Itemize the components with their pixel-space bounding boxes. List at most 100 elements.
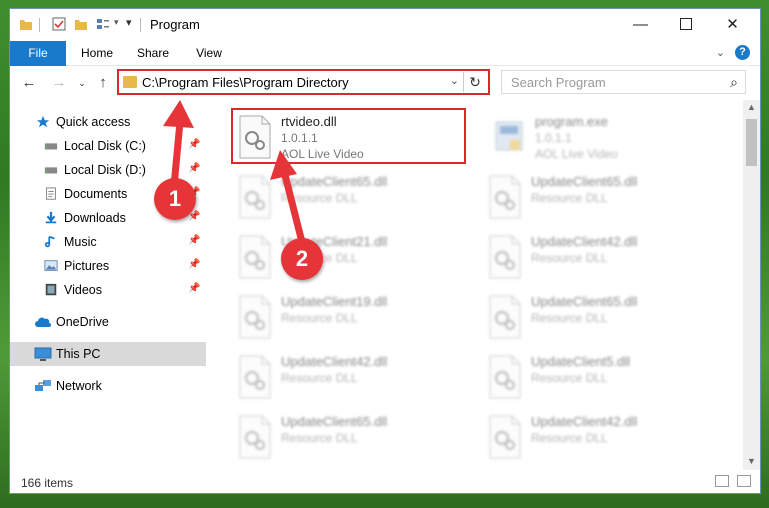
pin-icon[interactable]: 📌 <box>188 259 200 270</box>
properties-icon[interactable] <box>51 16 67 32</box>
file-type: Resource DLL <box>531 191 608 205</box>
view-options-icon[interactable] <box>95 16 111 32</box>
file-type: Resource DLL <box>281 311 358 325</box>
chevron-down-icon: ⌄ <box>78 78 86 88</box>
details-view-button[interactable] <box>715 475 729 487</box>
maximize-button[interactable] <box>663 9 708 39</box>
pictures-icon <box>44 260 58 271</box>
sidebar-item-local-disk-c[interactable]: Local Disk (C:) 📌 <box>10 134 206 158</box>
scroll-down-icon[interactable]: ▼ <box>743 456 760 466</box>
refresh-icon: ↻ <box>469 74 481 90</box>
new-folder-icon[interactable] <box>74 16 88 32</box>
close-button[interactable]: ✕ <box>710 9 755 39</box>
sidebar-item-videos[interactable]: Videos 📌 <box>10 278 206 302</box>
title-separator <box>39 18 40 32</box>
sidebar-label: Local Disk (C:) <box>64 139 146 153</box>
sidebar-item-network[interactable]: Network <box>10 374 206 398</box>
sidebar-label: This PC <box>56 347 101 361</box>
folder-icon <box>20 20 32 30</box>
large-icons-view-button[interactable] <box>737 475 751 487</box>
refresh-button[interactable]: ↻ <box>463 72 486 92</box>
file-item[interactable]: UpdateClient65.dll Resource DLL <box>486 290 716 340</box>
file-name: UpdateClient42.dll <box>531 234 638 249</box>
exe-file-icon <box>495 121 523 151</box>
scroll-up-icon[interactable]: ▲ <box>743 102 760 112</box>
dll-file-icon <box>489 355 521 399</box>
file-item[interactable]: UpdateClient42.dll Resource DLL <box>236 350 466 400</box>
dll-file-icon <box>239 235 271 279</box>
file-item[interactable]: UpdateClient65.dll Resource DLL <box>486 170 716 220</box>
file-type: Resource DLL <box>531 251 608 265</box>
music-icon <box>44 235 55 248</box>
recent-locations-button[interactable]: ⌄ <box>72 73 92 93</box>
address-dropdown-icon[interactable]: ⌄ <box>450 74 459 87</box>
file-name: UpdateClient42.dll <box>281 354 388 369</box>
pin-icon[interactable]: 📌 <box>188 235 200 246</box>
tab-share[interactable]: Share <box>128 41 178 65</box>
file-version: 1.0.1.1 <box>535 131 572 145</box>
toolbar-dropdown-icon[interactable]: ▾ <box>126 16 132 29</box>
cloud-icon <box>35 317 51 327</box>
vertical-scrollbar[interactable]: ▲ ▼ <box>743 100 760 470</box>
file-name: UpdateClient5.dll <box>531 354 631 369</box>
file-type: Resource DLL <box>531 431 608 445</box>
file-explorer-window: ▾ ▾ Program — ✕ File Home Share View ⌄ ?… <box>9 8 761 494</box>
back-button[interactable]: ← <box>19 73 39 93</box>
sidebar-label: Videos <box>64 283 102 297</box>
network-icon <box>35 380 51 391</box>
dll-file-icon <box>489 415 521 459</box>
file-name: UpdateClient65.dll <box>281 174 388 189</box>
file-type: Resource DLL <box>531 311 608 325</box>
pin-icon[interactable]: 📌 <box>188 283 200 294</box>
file-item[interactable]: UpdateClient65.dll Resource DLL <box>236 170 466 220</box>
help-icon[interactable]: ? <box>735 45 750 60</box>
sidebar-label: Documents <box>64 187 128 201</box>
file-item[interactable]: UpdateClient21.dllResource DLL <box>236 230 466 280</box>
tab-home[interactable]: Home <box>72 41 122 65</box>
address-bar[interactable]: C:\Program Files\Program Directory ⌄ ↻ <box>117 69 490 95</box>
pin-icon[interactable]: 📌 <box>188 139 200 150</box>
file-item[interactable]: UpdateClient42.dll Resource DLL <box>486 410 716 460</box>
sidebar-label: Pictures <box>64 259 110 273</box>
search-placeholder[interactable]: Search Program <box>511 75 606 90</box>
file-item[interactable]: UpdateClient5.dll Resource DLL <box>486 350 716 400</box>
ribbon-tabs: File Home Share View ⌄ ? <box>10 41 760 91</box>
search-icon[interactable]: ⌕ <box>730 74 738 91</box>
expand-ribbon-icon[interactable]: ⌄ <box>716 46 725 59</box>
tab-view[interactable]: View <box>184 41 234 65</box>
file-item[interactable]: UpdateClient19.dll Resource DLL <box>236 290 466 340</box>
dll-file-icon <box>239 175 271 219</box>
folder-icon <box>123 76 137 88</box>
highlighted-file-outline <box>231 108 466 164</box>
file-item[interactable]: UpdateClient42.dll Resource DLL <box>486 230 716 280</box>
sidebar-label: Quick access <box>56 115 131 129</box>
address-path[interactable]: C:\Program Files\Program Directory <box>142 75 349 90</box>
up-arrow-icon: ↑ <box>99 74 107 91</box>
forward-button[interactable]: → <box>49 73 69 93</box>
up-button[interactable]: ↑ <box>93 73 113 93</box>
sidebar-item-music[interactable]: Music 📌 <box>10 230 206 254</box>
drive-icon <box>44 143 58 150</box>
pin-icon[interactable]: 📌 <box>188 163 200 174</box>
search-box[interactable]: Search Program ⌕ <box>501 70 746 94</box>
downloads-icon <box>45 211 57 224</box>
sidebar-item-quick-access[interactable]: Quick access <box>10 110 206 134</box>
title-separator <box>140 18 141 32</box>
file-name: UpdateClient42.dll <box>531 414 638 429</box>
sidebar-label: OneDrive <box>56 315 109 329</box>
sidebar-item-pictures[interactable]: Pictures 📌 <box>10 254 206 278</box>
star-icon <box>36 115 50 128</box>
status-bar: 166 items <box>10 470 760 493</box>
dll-file-icon <box>489 175 521 219</box>
minimize-button[interactable]: — <box>618 9 663 39</box>
sidebar-item-onedrive[interactable]: OneDrive <box>10 310 206 334</box>
customize-toolbar-dropdown-icon[interactable]: ▾ <box>114 17 119 28</box>
sidebar-item-this-pc[interactable]: This PC <box>10 342 206 366</box>
dll-file-icon <box>239 415 271 459</box>
file-item-program-exe[interactable]: program.exe 1.0.1.1 AOL Live Video <box>490 110 720 161</box>
file-description: AOL Live Video <box>535 147 618 161</box>
file-item[interactable]: UpdateClient65.dll Resource DLL <box>236 410 466 460</box>
sidebar-label: Downloads <box>64 211 126 225</box>
scrollbar-thumb[interactable] <box>746 119 757 166</box>
dll-file-icon <box>239 355 271 399</box>
